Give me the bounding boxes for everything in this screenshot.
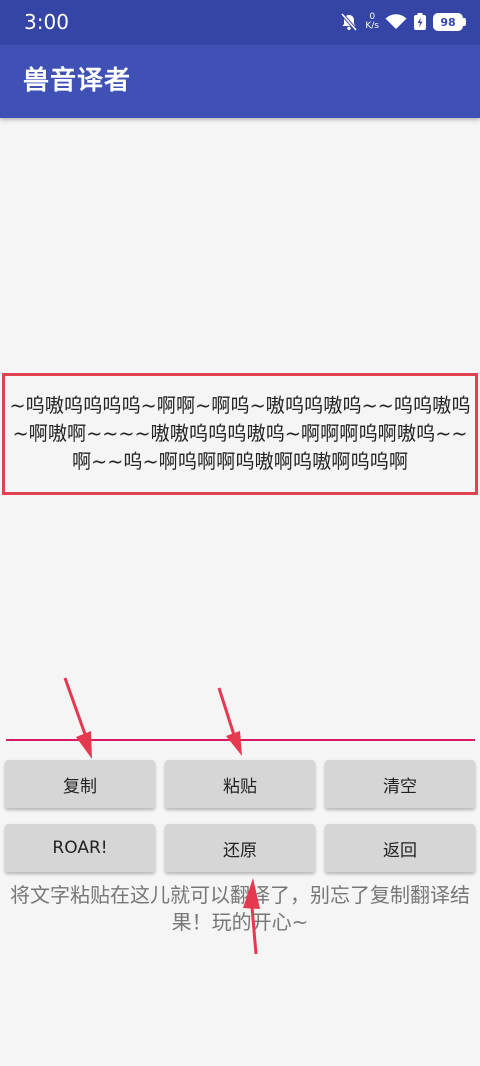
bell-muted-icon [341,12,358,32]
translation-output[interactable]: ~呜嗷呜呜呜呜~啊啊~啊呜~嗷呜呜嗷呜~~呜呜嗷呜~啊嗷啊~~~~嗷嗷呜呜呜嗷呜… [2,373,478,495]
roar-button[interactable]: ROAR! [5,824,155,872]
clear-button[interactable]: 清空 [325,760,475,808]
battery-saver-icon [414,13,426,30]
back-button[interactable]: 返回 [325,824,475,872]
arrow-annotation-icon [63,677,92,759]
status-time: 3:00 [24,10,69,34]
network-speed-unit: K/s [365,21,379,31]
arrow-annotation-icon [217,687,242,756]
battery-icon: 98 [433,13,466,31]
wifi-icon [385,14,407,29]
copy-button[interactable]: 复制 [5,760,155,808]
app-title: 兽音译者 [23,66,132,96]
status-bar: 3:00 0 K/s 98 [0,0,480,45]
app-bar: 兽音译者 [0,45,480,118]
battery-level: 98 [433,13,463,31]
paste-button[interactable]: 粘贴 [165,760,315,808]
arrow-annotation-icon [243,878,260,955]
translation-output-text: ~呜嗷呜呜呜呜~啊啊~啊呜~嗷呜呜嗷呜~~呜呜嗷呜~啊嗷啊~~~~嗷嗷呜呜呜嗷呜… [9,394,471,473]
network-speed: 0 K/s [365,13,379,31]
status-icons: 0 K/s 98 [339,9,466,35]
restore-button[interactable]: 还原 [165,824,315,872]
